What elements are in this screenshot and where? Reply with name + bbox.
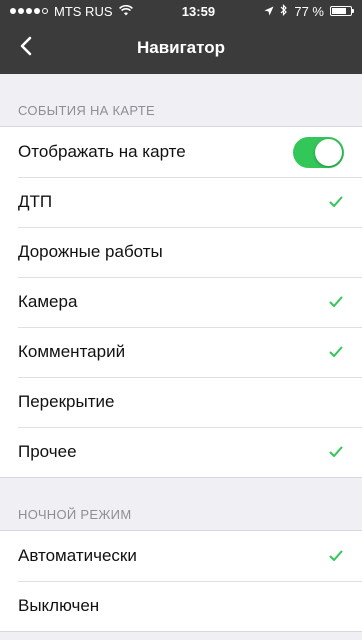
location-arrow-icon <box>264 4 274 19</box>
row-label: Прочее <box>18 442 77 461</box>
night-mode-group: Автоматически Выключен <box>0 530 362 632</box>
row-label: Камера <box>18 292 78 311</box>
toggle-knob <box>315 138 342 166</box>
signal-strength-icon <box>10 8 48 14</box>
carrier-name: MTS RUS <box>54 3 113 19</box>
status-time: 13:59 <box>181 3 216 19</box>
row-closure[interactable]: Перекрытие <box>0 377 362 427</box>
row-automatic[interactable]: Автоматически <box>0 531 362 581</box>
section-header-map-events: СОБЫТИЯ НА КАРТЕ <box>18 103 155 118</box>
status-bar: MTS RUS 13:59 77 % <box>0 0 362 22</box>
row-off[interactable]: Выключен <box>0 581 362 631</box>
row-comment[interactable]: Комментарий <box>0 327 362 377</box>
row-label: Дорожные работы <box>18 242 163 261</box>
row-roadworks[interactable]: Дорожные работы <box>0 227 362 277</box>
row-label: Перекрытие <box>18 392 115 411</box>
wifi-icon <box>118 4 133 19</box>
back-button[interactable] <box>14 34 38 62</box>
checkmark-icon <box>328 294 344 310</box>
row-label: ДТП <box>18 192 53 211</box>
row-label: Отображать на карте <box>18 142 186 161</box>
checkmark-icon <box>328 194 344 210</box>
checkmark-icon <box>328 444 344 460</box>
battery-percent: 77 % <box>294 3 324 19</box>
row-accident[interactable]: ДТП <box>0 177 362 227</box>
map-events-group: Отображать на карте ДТП Дорожные работы … <box>0 126 362 478</box>
row-show-on-map: Отображать на карте <box>0 127 362 177</box>
section-header-night-mode: НОЧНОЙ РЕЖИМ <box>18 507 132 522</box>
chevron-left-icon <box>20 36 32 61</box>
row-label: Выключен <box>18 596 100 615</box>
row-other[interactable]: Прочее <box>0 427 362 477</box>
navigation-bar: Навигатор <box>0 22 362 74</box>
page-title: Навигатор <box>136 38 226 57</box>
battery-icon <box>329 6 354 16</box>
row-label: Комментарий <box>18 342 126 361</box>
show-on-map-toggle[interactable] <box>293 136 344 168</box>
checkmark-icon <box>328 548 344 564</box>
row-camera[interactable]: Камера <box>0 277 362 327</box>
status-left: MTS RUS <box>10 4 133 19</box>
status-right: 77 % <box>264 3 354 19</box>
bluetooth-icon <box>280 3 288 19</box>
checkmark-icon <box>328 344 344 360</box>
row-label: Автоматически <box>18 546 137 565</box>
